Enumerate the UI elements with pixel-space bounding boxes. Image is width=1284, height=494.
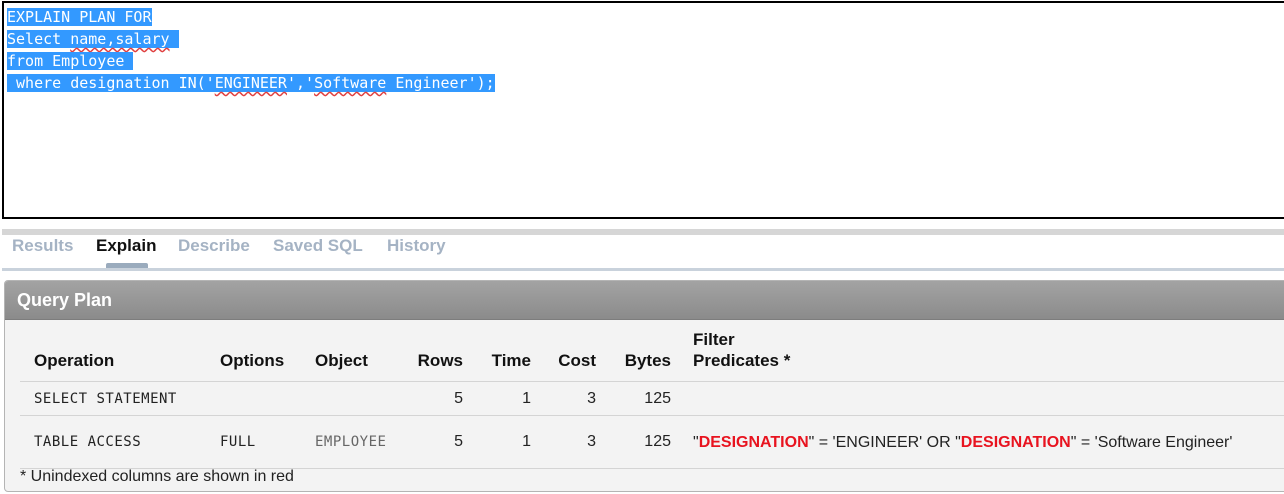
query-plan-panel: Query Plan Operation Options Object Rows…: [4, 280, 1284, 492]
tab-saved-sql[interactable]: Saved SQL: [273, 236, 363, 256]
query-plan-table: Operation Options Object Rows Time Cost …: [20, 325, 1284, 469]
table-header-row: Operation Options Object Rows Time Cost …: [20, 325, 1284, 382]
tab-underline: [2, 268, 1284, 271]
sql-line-1: EXPLAIN PLAN FOR: [7, 8, 152, 26]
cell-operation: SELECT STATEMENT: [20, 381, 206, 416]
editor-resize-bar[interactable]: [2, 229, 1284, 235]
spellcheck-word: Software: [314, 74, 387, 92]
col-time[interactable]: Time: [471, 325, 539, 382]
unindexed-column: DESIGNATION: [698, 433, 809, 451]
cell-object: [301, 381, 401, 416]
cell-object: EMPLOYEE: [301, 415, 401, 469]
col-object[interactable]: Object: [301, 325, 401, 382]
table-row: SELECT STATEMENT 5 1 3 125: [20, 381, 1284, 416]
sql-line-3: from Employee: [7, 52, 134, 70]
cell-time: 1: [471, 415, 539, 469]
cell-filter: [679, 381, 1284, 416]
cell-cost: 3: [539, 381, 604, 416]
sql-line-2: Select name,salary: [7, 28, 495, 50]
cell-operation: TABLE ACCESS: [20, 415, 206, 469]
cell-options: FULL: [206, 415, 301, 469]
sql-editor[interactable]: EXPLAIN PLAN FOR Select name,salary from…: [2, 1, 1284, 219]
tab-results[interactable]: Results: [12, 236, 73, 256]
col-filter-predicates[interactable]: Filter Predicates *: [679, 325, 1284, 382]
tab-explain[interactable]: Explain: [96, 236, 156, 256]
panel-title: Query Plan: [5, 281, 1284, 320]
cell-options: [206, 381, 301, 416]
col-operation[interactable]: Operation: [20, 325, 206, 382]
col-options[interactable]: Options: [206, 325, 301, 382]
cell-bytes: 125: [604, 415, 679, 469]
tab-describe[interactable]: Describe: [178, 236, 250, 256]
cell-rows: 5: [401, 381, 471, 416]
sql-code[interactable]: EXPLAIN PLAN FOR Select name,salary from…: [7, 6, 495, 94]
col-bytes[interactable]: Bytes: [604, 325, 679, 382]
cell-bytes: 125: [604, 381, 679, 416]
spellcheck-word: name,salary: [70, 30, 170, 48]
col-cost[interactable]: Cost: [539, 325, 604, 382]
cell-filter: "DESIGNATION" = 'ENGINEER' OR "DESIGNATI…: [679, 415, 1284, 469]
col-rows[interactable]: Rows: [401, 325, 471, 382]
table-row: TABLE ACCESS FULL EMPLOYEE 5 1 3 125 "DE…: [20, 415, 1284, 469]
sql-line-4: where designation IN('ENGINEER','Softwar…: [7, 74, 495, 92]
cell-time: 1: [471, 381, 539, 416]
tab-history[interactable]: History: [387, 236, 446, 256]
unindexed-column: DESIGNATION: [960, 433, 1071, 451]
cell-rows: 5: [401, 415, 471, 469]
cell-cost: 3: [539, 415, 604, 469]
footnote: * Unindexed columns are shown in red: [20, 468, 294, 485]
spellcheck-word: ENGINEER: [214, 74, 287, 92]
